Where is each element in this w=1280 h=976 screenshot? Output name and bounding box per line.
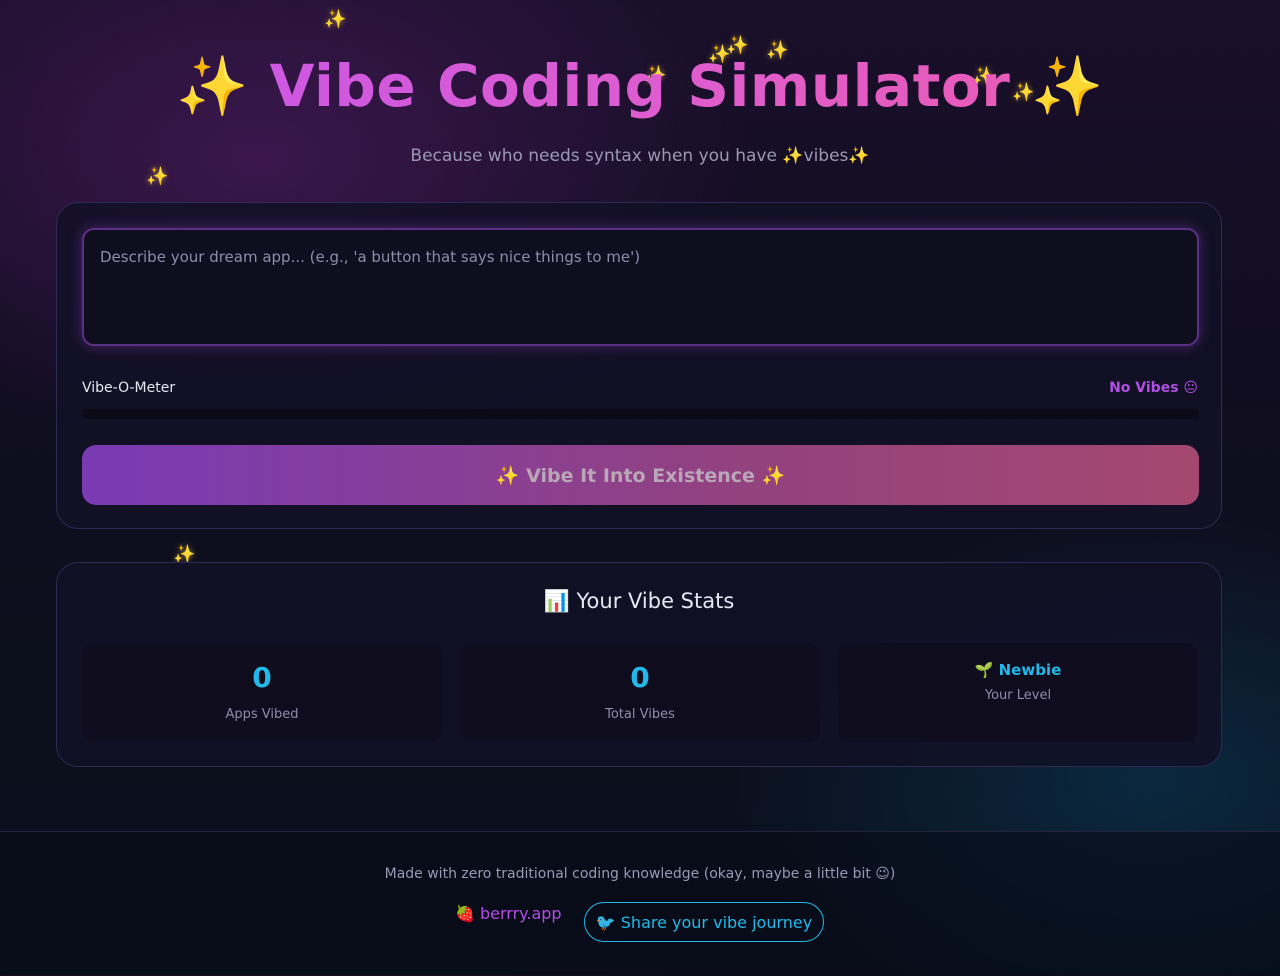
stat-label: Your Level	[984, 688, 1052, 703]
vibe-it-button[interactable]: ✨ Vibe It Into Existence ✨	[82, 445, 1199, 505]
vibe-input-card: Vibe-O-Meter No Vibes 😐 ✨ Vibe It Into E…	[56, 202, 1222, 529]
berrry-link[interactable]: 🍓 berrry.app	[455, 904, 562, 923]
stat-total-vibes: 0 Total Vibes	[460, 643, 820, 742]
sparkle-icon: ✨	[146, 166, 169, 187]
sparkles-icon: ✨	[1031, 52, 1104, 120]
sparkle-icon: ✨	[324, 9, 347, 30]
vibe-meter-bar	[82, 409, 1199, 419]
footer: Made with zero traditional coding knowle…	[0, 831, 1280, 976]
dream-app-input[interactable]	[82, 228, 1199, 346]
stat-value: 🌱 Newbie	[974, 661, 1062, 679]
page-title-text: Vibe Coding Simulator	[269, 52, 1011, 120]
share-journey-button[interactable]: 🐦 Share your vibe journey	[584, 902, 824, 942]
page-title: ✨ Vibe Coding Simulator ✨	[0, 52, 1280, 121]
stat-level: 🌱 Newbie Your Level	[838, 643, 1198, 742]
footer-text: Made with zero traditional coding knowle…	[384, 866, 896, 882]
stats-title: 📊 Your Vibe Stats	[543, 589, 735, 613]
stat-label: Total Vibes	[605, 707, 675, 722]
stat-label: Apps Vibed	[225, 707, 299, 722]
vibe-meter-label: Vibe-O-Meter	[82, 380, 176, 396]
vibe-meter-status: No Vibes 😐	[1109, 380, 1198, 396]
vibe-stats-card: 📊 Your Vibe Stats 0 Apps Vibed 0 Total V…	[56, 562, 1222, 767]
stat-value: 0	[252, 661, 272, 694]
page-subtitle: Because who needs syntax when you have ✨…	[410, 146, 870, 166]
sparkles-icon: ✨	[176, 52, 249, 120]
stat-value: 0	[630, 661, 650, 694]
stat-apps-vibed: 0 Apps Vibed	[82, 643, 442, 742]
